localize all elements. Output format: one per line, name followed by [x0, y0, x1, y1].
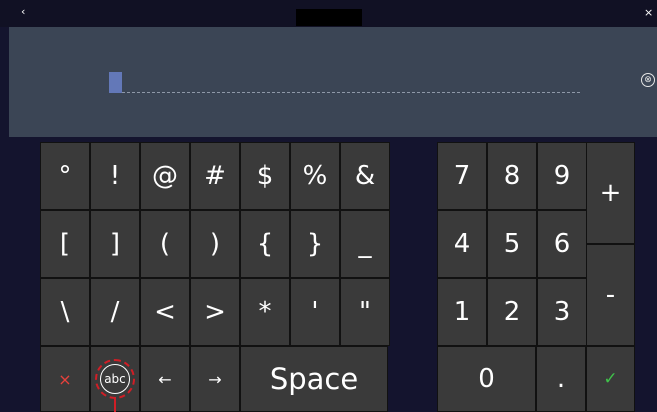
abc-label: abc	[100, 364, 130, 394]
input-display[interactable]: ⊗	[9, 27, 657, 137]
close-icon[interactable]: ×	[644, 6, 653, 19]
symbol-key[interactable]: <	[140, 278, 190, 346]
digit-key[interactable]: 9	[537, 142, 587, 210]
decimal-key[interactable]: .	[536, 346, 586, 412]
digit-key[interactable]: 3	[537, 278, 587, 346]
zero-key[interactable]: 0	[437, 346, 536, 412]
symbol-key[interactable]: }	[290, 210, 340, 278]
symbol-key[interactable]: #	[190, 142, 240, 210]
digit-key[interactable]: 6	[537, 210, 587, 278]
symbol-key[interactable]: \	[40, 278, 90, 346]
title-block	[296, 9, 362, 26]
symbol-key[interactable]: /	[90, 278, 140, 346]
plus-key[interactable]: +	[586, 142, 635, 244]
symbol-key[interactable]: '	[290, 278, 340, 346]
symbol-key[interactable]: °	[40, 142, 90, 210]
digit-key[interactable]: 5	[487, 210, 537, 278]
symbol-key[interactable]: >	[190, 278, 240, 346]
space-key[interactable]: Space	[240, 346, 388, 412]
symbol-key[interactable]: )	[190, 210, 240, 278]
minus-key[interactable]: -	[586, 244, 635, 346]
symbol-key[interactable]: *	[240, 278, 290, 346]
digit-key[interactable]: 4	[437, 210, 487, 278]
enter-key[interactable]: ✓	[586, 346, 635, 412]
symbol-key[interactable]: "	[340, 278, 390, 346]
symbol-key[interactable]: @	[140, 142, 190, 210]
top-bar: ‹ ×	[0, 0, 657, 27]
digit-key[interactable]: 1	[437, 278, 487, 346]
cursor-left-key[interactable]: ←	[140, 346, 190, 412]
text-cursor	[109, 72, 122, 93]
symbol-key[interactable]: ]	[90, 210, 140, 278]
clear-input-icon[interactable]: ⊗	[641, 73, 655, 87]
cancel-key[interactable]: ×	[40, 346, 90, 412]
digit-key[interactable]: 2	[487, 278, 537, 346]
digit-key[interactable]: 7	[437, 142, 487, 210]
input-underline	[122, 92, 580, 93]
symbol-key[interactable]: [	[40, 210, 90, 278]
symbol-key[interactable]: _	[340, 210, 390, 278]
symbol-key[interactable]: %	[290, 142, 340, 210]
symbol-key[interactable]: $	[240, 142, 290, 210]
callout-line	[114, 397, 116, 412]
symbol-key[interactable]: {	[240, 210, 290, 278]
digit-key[interactable]: 8	[487, 142, 537, 210]
symbol-key[interactable]: !	[90, 142, 140, 210]
symbol-key[interactable]: &	[340, 142, 390, 210]
back-icon[interactable]: ‹	[21, 5, 25, 18]
abc-highlight: abc	[95, 359, 135, 399]
symbol-key[interactable]: (	[140, 210, 190, 278]
cursor-right-key[interactable]: →	[190, 346, 240, 412]
